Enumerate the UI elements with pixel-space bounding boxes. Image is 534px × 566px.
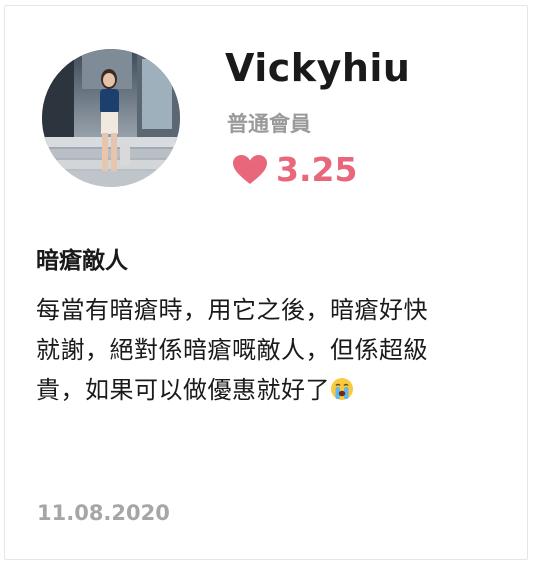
- heart-icon: [233, 155, 267, 185]
- member-level-badge: 普通會員: [227, 112, 311, 136]
- avatar-photo: [42, 49, 180, 187]
- review-body: 每當有暗瘡時，用它之後，暗瘡好快 就謝，絕對係暗瘡嘅敵人，但係超級 貴，如果可以…: [36, 290, 506, 410]
- crying-face-emoji-icon: [330, 373, 354, 400]
- rating: 3.25: [233, 152, 357, 188]
- review-body-line: 就謝，絕對係暗瘡嘅敵人，但係超級: [36, 336, 428, 364]
- review-card: Vickyhiu 普通會員 3.25 暗瘡敵人 每當有暗瘡時，用它之後，暗瘡好快…: [4, 5, 528, 560]
- review-date: 11.08.2020: [37, 501, 170, 525]
- review-body-text: 貴，如果可以做優惠就好了: [36, 376, 330, 404]
- review-body-line: 每當有暗瘡時，用它之後，暗瘡好快: [36, 296, 428, 324]
- user-avatar[interactable]: [42, 49, 180, 187]
- rating-value: 3.25: [276, 150, 358, 189]
- username[interactable]: Vickyhiu: [225, 46, 410, 90]
- review-body-line: 貴，如果可以做優惠就好了: [36, 370, 506, 410]
- review-title: 暗瘡敵人: [36, 248, 128, 274]
